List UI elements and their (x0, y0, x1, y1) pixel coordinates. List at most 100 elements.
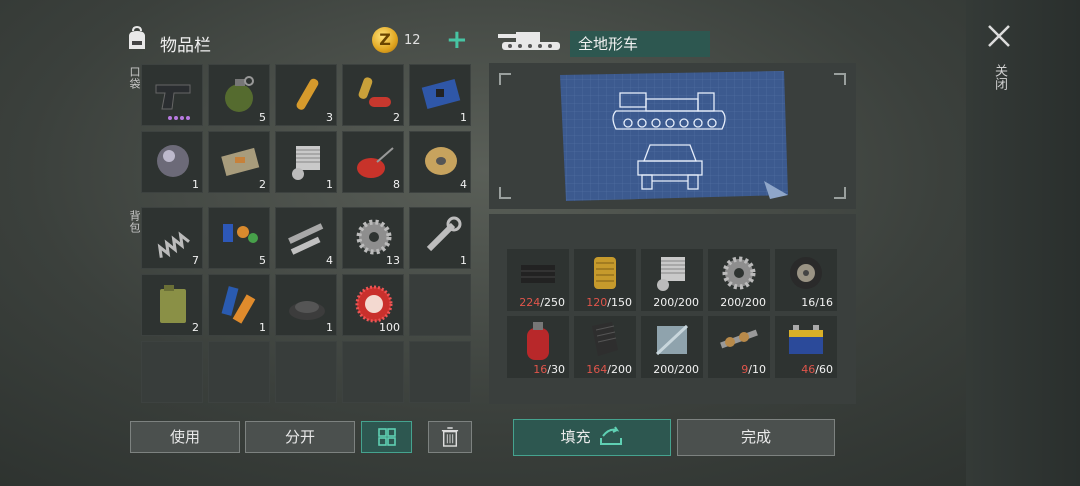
inventory-slot-empty[interactable] (141, 341, 203, 403)
material-requirement: 120/150 (586, 296, 632, 309)
wire-spool-icon (425, 147, 457, 175)
inventory-slot[interactable]: 2 (208, 131, 270, 193)
material-requirement: 200/200 (720, 296, 766, 309)
material-slot[interactable]: 9/10 (708, 316, 770, 378)
inventory-slot[interactable]: 100 (342, 274, 404, 336)
material-slot[interactable]: 200/200 (708, 249, 770, 311)
air-filter-icon (594, 257, 616, 289)
inventory-slot[interactable]: 5 (208, 207, 270, 269)
grid-icon (377, 428, 396, 446)
car-battery-icon (789, 325, 823, 354)
slot-count: 5 (259, 254, 266, 267)
inventory-slot-empty[interactable] (275, 341, 337, 403)
material-requirement: 200/200 (653, 296, 699, 309)
inventory-slot[interactable]: 1 (409, 207, 471, 269)
inventory-slot[interactable]: 5 (208, 64, 270, 126)
material-slot[interactable]: 200/200 (641, 316, 703, 378)
batteries-icon (221, 286, 256, 324)
rubber-sheet-icon (521, 265, 555, 283)
wrench-icon (426, 216, 462, 252)
slot-count: 2 (259, 178, 266, 191)
split-button[interactable]: 分开 (245, 421, 355, 453)
inventory-slot[interactable]: 1 (275, 274, 337, 336)
delete-button[interactable] (428, 421, 472, 453)
inventory-slot-empty[interactable] (208, 341, 270, 403)
tire-icon (790, 257, 822, 289)
slot-count: 1 (192, 178, 199, 191)
inventory-slot[interactable]: 4 (409, 131, 471, 193)
material-slot[interactable]: 164/200 (574, 316, 636, 378)
vehicle-name: 全地形车 (570, 31, 710, 57)
material-slot[interactable]: 120/150 (574, 249, 636, 311)
use-button[interactable]: 使用 (130, 421, 240, 453)
inventory-slot[interactable]: 1 (275, 131, 337, 193)
grenade-icon (225, 76, 254, 112)
add-coins-button[interactable]: + (446, 27, 468, 53)
material-slot[interactable]: 16/16 (775, 249, 837, 311)
metal-pipes-icon (288, 223, 324, 255)
material-slot[interactable]: 46/60 (775, 316, 837, 378)
slot-count: 100 (379, 321, 400, 334)
pocket-grid: 5 3 2 1 1 2 1 8 4 (141, 64, 471, 193)
inventory-slot[interactable]: 1 (208, 274, 270, 336)
slot-count: 1 (326, 321, 333, 334)
tank-icon (498, 30, 564, 56)
camshaft-icon (720, 329, 758, 349)
blueprint-panel (489, 63, 856, 209)
material-slot[interactable]: 224/250 (507, 249, 569, 311)
slot-count: 2 (393, 111, 400, 124)
inventory-slot[interactable]: 13 (342, 207, 404, 269)
backpack-icon (124, 25, 150, 52)
frame-corner (499, 187, 511, 199)
lens-icon (157, 145, 189, 177)
jerry-can-icon (160, 285, 186, 323)
fill-arrow-icon (600, 426, 623, 445)
slot-count: 7 (192, 254, 199, 267)
material-requirement: 16/16 (801, 296, 833, 309)
slot-count: 1 (460, 111, 467, 124)
pistol-icon (155, 84, 191, 110)
close-button[interactable] (985, 22, 1013, 50)
inventory-slot[interactable]: 3 (275, 64, 337, 126)
slot-count: 5 (259, 111, 266, 124)
car-seat-icon (592, 322, 618, 356)
inventory-slot-empty[interactable] (409, 341, 471, 403)
inventory-slot[interactable] (141, 64, 203, 126)
inventory-title: 物品栏 (160, 36, 211, 56)
engine-cylinder-icon (292, 146, 320, 180)
material-slot[interactable]: 16/30 (507, 316, 569, 378)
material-requirement: 224/250 (519, 296, 565, 309)
material-requirement: 200/200 (653, 363, 699, 376)
gear-icon (722, 256, 756, 290)
inventory-slot[interactable]: 2 (342, 64, 404, 126)
inventory-slot-empty[interactable] (342, 341, 404, 403)
capacitors-icon (223, 224, 258, 243)
backpack-grid: 7 5 4 13 1 2 1 1 100 (141, 207, 471, 403)
inventory-slot[interactable]: 1 (141, 131, 203, 193)
side-strip (966, 0, 1080, 486)
slot-count: 1 (460, 254, 467, 267)
done-button[interactable]: 完成 (677, 419, 835, 456)
ampoule-icon (296, 78, 319, 110)
inventory-slot-empty[interactable] (409, 274, 471, 336)
frame-corner (834, 73, 846, 85)
materials-grid: 224/250 120/150 200/200 200/200 16/16 16… (507, 249, 837, 378)
inventory-slot[interactable]: 4 (275, 207, 337, 269)
slot-count: 8 (393, 178, 400, 191)
frame-corner (834, 187, 846, 199)
slot-count: 2 (192, 321, 199, 334)
backpack-label: 背包 (128, 210, 141, 234)
material-slot[interactable]: 200/200 (641, 249, 703, 311)
sort-grid-button[interactable] (361, 421, 412, 453)
slot-count: 3 (326, 111, 333, 124)
close-label[interactable]: 关闭 (990, 64, 1009, 90)
inventory-slot[interactable]: 7 (141, 207, 203, 269)
coin-count: 12 (404, 33, 421, 48)
inventory-slot[interactable]: 8 (342, 131, 404, 193)
inventory-slot[interactable]: 1 (409, 64, 471, 126)
fill-button[interactable]: 填充 (513, 419, 671, 456)
material-requirement: 16/30 (533, 363, 565, 376)
engine-cylinder-icon (657, 257, 685, 291)
pill-capsule-icon (358, 77, 391, 107)
inventory-slot[interactable]: 2 (141, 274, 203, 336)
